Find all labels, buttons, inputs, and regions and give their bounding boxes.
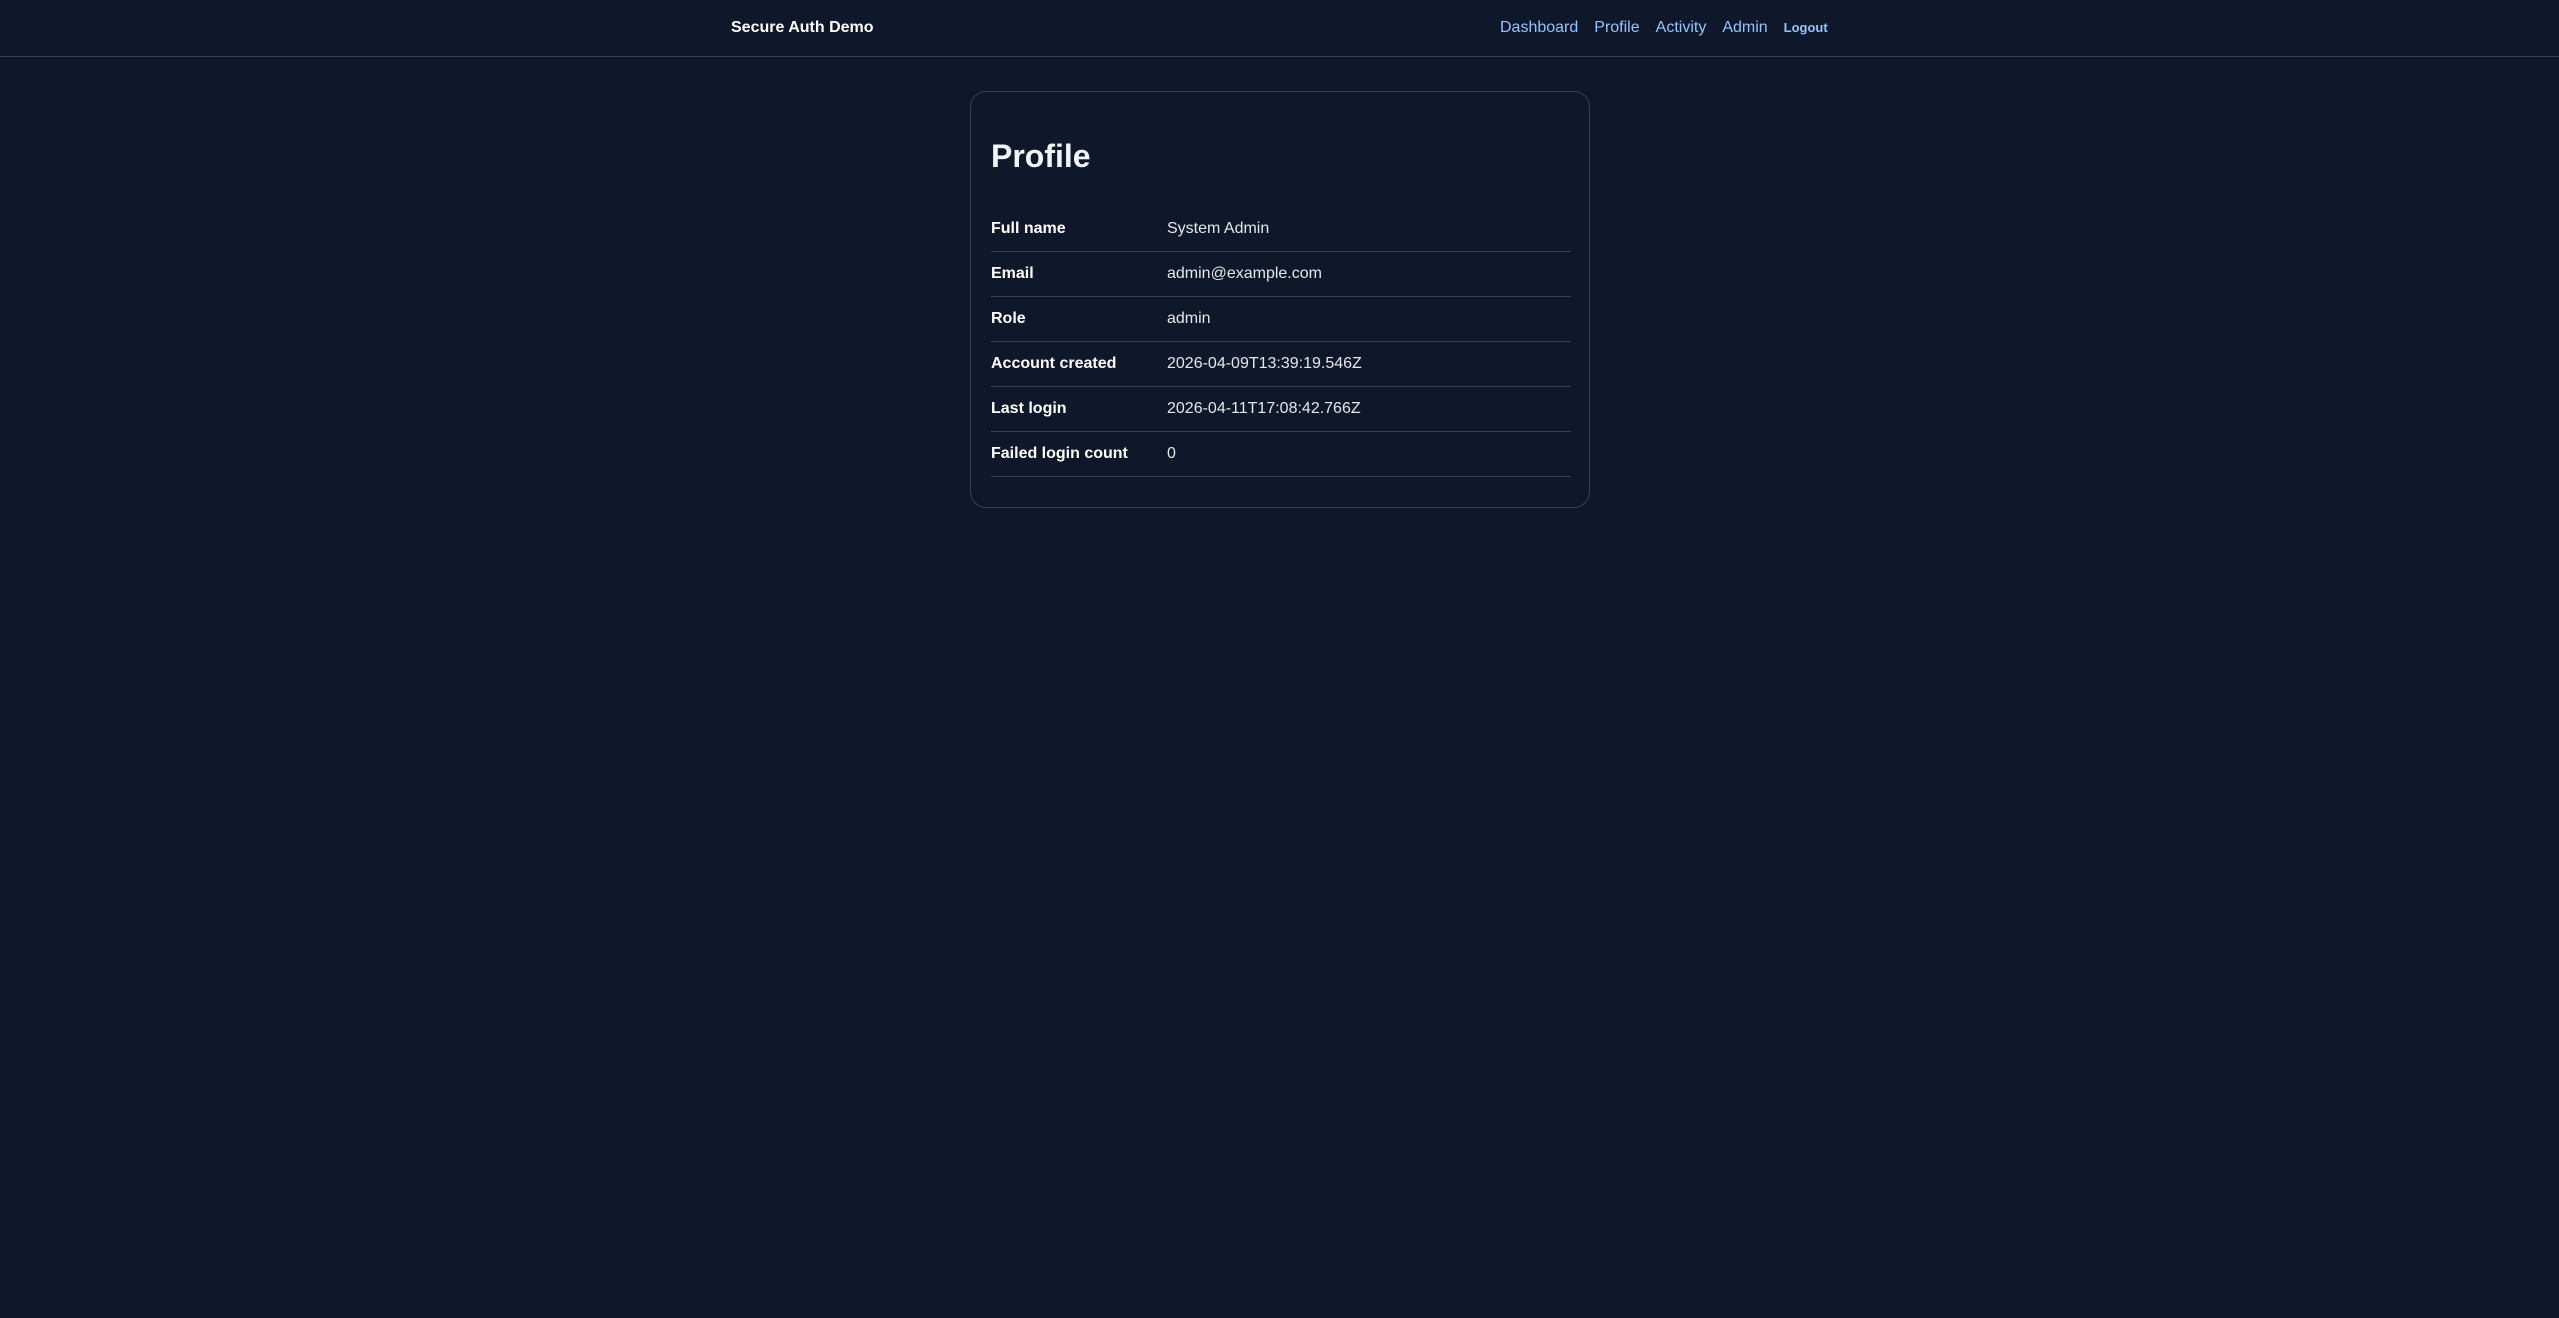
profile-card: Profile Full name System Admin Email adm…	[970, 91, 1590, 508]
table-row: Full name System Admin	[991, 207, 1571, 252]
top-navigation-bar: Secure Auth Demo Dashboard Profile Activ…	[0, 0, 2559, 57]
nav-link-admin[interactable]: Admin	[1722, 18, 1767, 38]
row-value-last-login: 2026-04-11T17:08:42.766Z	[1167, 386, 1571, 432]
row-label-last-login: Last login	[991, 386, 1167, 432]
app-brand: Secure Auth Demo	[731, 19, 874, 36]
row-label-role: Role	[991, 296, 1167, 342]
row-value-failed-login-count: 0	[1167, 431, 1571, 477]
row-label-account-created: Account created	[991, 341, 1167, 387]
nav-link-profile[interactable]: Profile	[1594, 18, 1639, 38]
table-row: Failed login count 0	[991, 431, 1571, 477]
row-value-role: admin	[1167, 296, 1571, 342]
table-row: Account created 2026-04-09T13:39:19.546Z	[991, 341, 1571, 387]
nav-link-dashboard[interactable]: Dashboard	[1500, 18, 1578, 38]
logout-button[interactable]: Logout	[1784, 18, 1828, 38]
row-value-email: admin@example.com	[1167, 251, 1571, 297]
main-nav: Dashboard Profile Activity Admin Logout	[1500, 18, 1828, 38]
nav-link-activity[interactable]: Activity	[1656, 18, 1707, 38]
page-title: Profile	[991, 138, 1091, 174]
table-row: Email admin@example.com	[991, 251, 1571, 297]
row-label-failed-login-count: Failed login count	[991, 431, 1167, 477]
profile-details-table: Full name System Admin Email admin@examp…	[991, 207, 1571, 477]
row-value-full-name: System Admin	[1167, 207, 1571, 252]
row-label-email: Email	[991, 251, 1167, 297]
table-row: Last login 2026-04-11T17:08:42.766Z	[991, 386, 1571, 432]
row-value-account-created: 2026-04-09T13:39:19.546Z	[1167, 341, 1571, 387]
row-label-full-name: Full name	[991, 207, 1167, 252]
table-row: Role admin	[991, 296, 1571, 342]
